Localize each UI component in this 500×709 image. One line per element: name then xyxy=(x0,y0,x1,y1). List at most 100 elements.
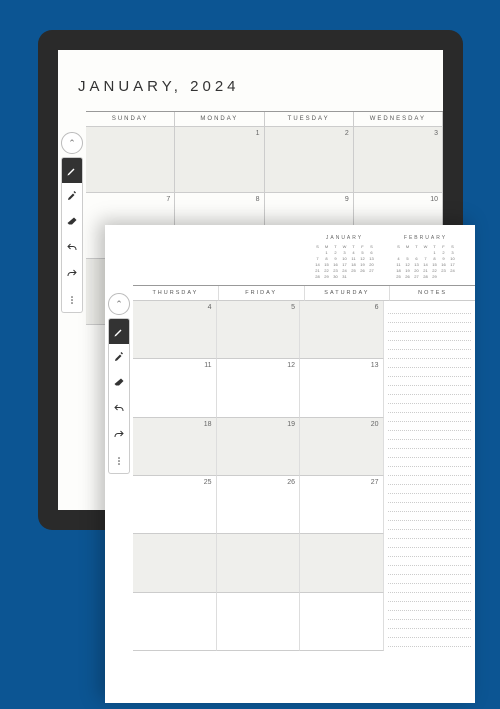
day-cell[interactable]: 19 xyxy=(217,418,301,476)
day-header: WEDNESDAY xyxy=(354,112,443,127)
notes-line xyxy=(388,404,472,413)
notes-line xyxy=(388,359,472,368)
notes-line xyxy=(388,467,472,476)
day-cell[interactable]: 13 xyxy=(300,359,384,417)
notes-line xyxy=(388,314,472,323)
day-cell[interactable]: 27 xyxy=(300,476,384,534)
notes-line xyxy=(388,566,472,575)
calendar-grid-right: THURSDAYFRIDAYSATURDAYNOTES 456111213181… xyxy=(133,285,475,651)
day-cell[interactable]: 25 xyxy=(133,476,217,534)
notes-line xyxy=(388,395,472,404)
day-number: 4 xyxy=(208,304,212,311)
day-number: 10 xyxy=(430,196,438,203)
more-icon[interactable] xyxy=(108,448,130,474)
eraser-icon[interactable] xyxy=(61,209,83,235)
day-number: 11 xyxy=(204,362,211,369)
mini-calendar: FEBRUARYSMTWTFS1234567891011121314151617… xyxy=(394,235,457,279)
mini-calendar-title: JANUARY xyxy=(313,235,376,241)
day-cell[interactable] xyxy=(217,593,301,651)
more-icon[interactable] xyxy=(61,287,83,313)
day-cell[interactable]: 11 xyxy=(133,359,217,417)
day-cell[interactable] xyxy=(133,593,217,651)
day-number: 20 xyxy=(371,421,379,428)
eraser-icon[interactable] xyxy=(108,370,130,396)
notes-line xyxy=(388,503,472,512)
notes-line xyxy=(388,386,472,395)
day-number: 5 xyxy=(291,304,295,311)
day-cell[interactable] xyxy=(300,534,384,592)
pen-icon[interactable] xyxy=(61,157,83,183)
notes-line xyxy=(388,440,472,449)
day-number: 2 xyxy=(345,130,349,137)
day-header: TUESDAY xyxy=(265,112,354,127)
day-number: 12 xyxy=(287,362,295,369)
notes-line xyxy=(388,323,472,332)
day-number: 1 xyxy=(256,130,260,137)
day-cell[interactable]: 20 xyxy=(300,418,384,476)
notes-line xyxy=(388,368,472,377)
day-header: SUNDAY xyxy=(86,112,175,127)
collapse-button[interactable]: ⌃ xyxy=(108,293,130,315)
mini-calendar-title: FEBRUARY xyxy=(394,235,457,241)
notes-line xyxy=(388,575,472,584)
day-cell[interactable] xyxy=(86,127,175,193)
highlighter-icon[interactable] xyxy=(108,344,130,370)
notes-line xyxy=(388,377,472,386)
day-cell[interactable]: 2 xyxy=(265,127,354,193)
mini-calendars: JANUARYSMTWTFS12345678910111213141516171… xyxy=(105,225,475,285)
day-number: 7 xyxy=(166,196,170,203)
notes-line xyxy=(388,458,472,467)
notes-line xyxy=(388,341,472,350)
day-number: 6 xyxy=(375,304,379,311)
day-cell[interactable] xyxy=(217,534,301,592)
notes-line xyxy=(388,557,472,566)
collapse-button[interactable]: ⌃ xyxy=(61,132,83,154)
notes-line xyxy=(388,593,472,602)
day-header: FRIDAY xyxy=(219,286,305,301)
notes-line xyxy=(388,530,472,539)
day-number: 27 xyxy=(371,479,379,486)
day-cell[interactable] xyxy=(133,534,217,592)
toolbar: ⌃ xyxy=(61,132,83,313)
notes-line xyxy=(388,602,472,611)
notes-line xyxy=(388,629,472,638)
day-number: 19 xyxy=(287,421,295,428)
day-cell[interactable]: 3 xyxy=(354,127,443,193)
notes-line xyxy=(388,548,472,557)
notes-line xyxy=(388,512,472,521)
notes-line xyxy=(388,611,472,620)
notes-line xyxy=(388,584,472,593)
notes-column[interactable] xyxy=(384,301,476,651)
undo-icon[interactable] xyxy=(108,396,130,422)
notes-line xyxy=(388,431,472,440)
toolbar: ⌃ xyxy=(108,293,130,474)
day-cell[interactable]: 18 xyxy=(133,418,217,476)
day-header: SATURDAY xyxy=(305,286,391,301)
day-cell[interactable]: 5 xyxy=(217,301,301,359)
notes-line xyxy=(388,620,472,629)
notes-line xyxy=(388,449,472,458)
day-cell[interactable]: 12 xyxy=(217,359,301,417)
day-cell[interactable]: 6 xyxy=(300,301,384,359)
notes-line xyxy=(388,521,472,530)
redo-icon[interactable] xyxy=(108,422,130,448)
notes-line xyxy=(388,494,472,503)
redo-icon[interactable] xyxy=(61,261,83,287)
page-title: JANUARY, 2024 xyxy=(58,50,443,111)
day-number: 3 xyxy=(434,130,438,137)
day-header: NOTES xyxy=(390,286,475,301)
notes-line xyxy=(388,350,472,359)
day-cell[interactable]: 26 xyxy=(217,476,301,534)
undo-icon[interactable] xyxy=(61,235,83,261)
highlighter-icon[interactable] xyxy=(61,183,83,209)
page-2: ⌃ JANUARYSMTWTFS123456789101112131415161… xyxy=(105,225,475,703)
notes-line xyxy=(388,485,472,494)
notes-line xyxy=(388,305,472,314)
day-cell[interactable]: 4 xyxy=(133,301,217,359)
day-cell[interactable] xyxy=(300,593,384,651)
day-number: 25 xyxy=(204,479,212,486)
notes-line xyxy=(388,476,472,485)
day-header: MONDAY xyxy=(175,112,264,127)
day-cell[interactable]: 1 xyxy=(175,127,264,193)
pen-icon[interactable] xyxy=(108,318,130,344)
